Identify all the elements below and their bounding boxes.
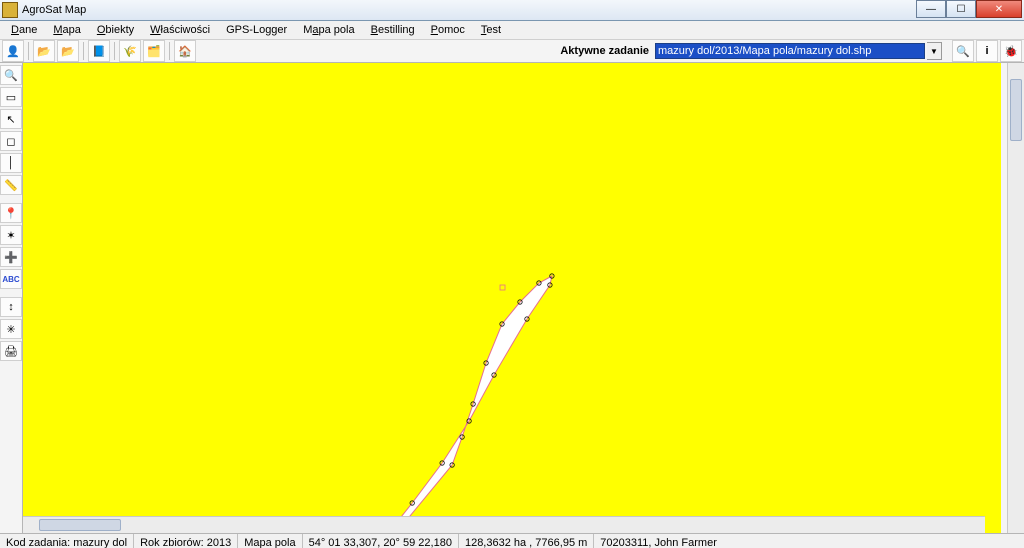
side-gap bbox=[0, 197, 22, 201]
identify-icon[interactable]: 👤 bbox=[2, 40, 24, 62]
toolbar-separator bbox=[169, 42, 170, 60]
active-task-label: Aktywne zadanie bbox=[560, 45, 649, 57]
info-icon[interactable]: i bbox=[976, 40, 998, 62]
side-gap bbox=[0, 291, 22, 295]
status-rok-label: Rok zbiorów: bbox=[140, 537, 204, 548]
menu-bestilling[interactable]: Bestilling bbox=[364, 23, 422, 37]
menu-pomoc[interactable]: Pomoc bbox=[424, 23, 472, 37]
status-rok: Rok zbiorów: 2013 bbox=[134, 534, 238, 548]
menu-gps-logger[interactable]: GPS-Logger bbox=[219, 23, 294, 37]
top-toolbar: 👤 📂 📂 📘 🌾 🗂️ 🏠 Aktywne zadanie mazury do… bbox=[0, 40, 1024, 63]
status-rok-value: 2013 bbox=[207, 537, 231, 548]
toolbar-separator bbox=[114, 42, 115, 60]
canvas-area bbox=[23, 63, 1024, 533]
status-user: 70203311, John Farmer bbox=[594, 534, 1024, 548]
menu-obiekty-label: biekty bbox=[105, 24, 134, 36]
toolbar-separator bbox=[28, 42, 29, 60]
zoom-tool-icon[interactable]: 🔍 bbox=[0, 65, 22, 85]
menu-mapa-pola[interactable]: Mapa pola bbox=[296, 23, 361, 37]
status-kod: Kod zadania: mazury dol bbox=[0, 534, 134, 548]
map-canvas[interactable] bbox=[23, 63, 1001, 533]
field-polygon-svg bbox=[23, 63, 1001, 533]
status-coords: 54° 01 33,307, 20° 59 22,180 bbox=[303, 534, 459, 548]
selected-vertex-icon[interactable] bbox=[500, 285, 505, 290]
pointer-tool-icon[interactable]: ↖ bbox=[0, 109, 22, 129]
layers-icon[interactable]: 🗂️ bbox=[143, 40, 165, 62]
print-tool-icon[interactable]: 🖨 bbox=[0, 341, 22, 361]
node-edit-icon[interactable]: ✶ bbox=[0, 225, 22, 245]
snap-tool-icon[interactable]: ✳ bbox=[0, 319, 22, 339]
select-rect-icon[interactable]: ◻ bbox=[0, 131, 22, 151]
label-tool-icon[interactable]: ABC bbox=[0, 269, 22, 289]
status-bar: Kod zadania: mazury dol Rok zbiorów: 201… bbox=[0, 533, 1024, 548]
menu-mapa[interactable]: Mapa bbox=[46, 23, 88, 37]
side-toolbar: 🔍 ▭ ↖ ◻ │ 📏 📍 ✶ ➕ ABC ↕ ✳ 🖨 bbox=[0, 63, 23, 533]
h-scroll-thumb[interactable] bbox=[39, 519, 121, 531]
search-icon[interactable]: 🔍 bbox=[952, 40, 974, 62]
menu-test-label: est bbox=[486, 24, 501, 36]
menubar: Dane Mapa Obiekty Właściwości GPS-Logger… bbox=[0, 21, 1024, 40]
maximize-button[interactable]: ☐ bbox=[946, 0, 976, 18]
horizontal-scrollbar[interactable] bbox=[23, 516, 985, 533]
menu-dane-label: ane bbox=[19, 24, 37, 36]
menu-wlasciwosci[interactable]: Właściwości bbox=[143, 23, 217, 37]
open-folder-2-icon[interactable]: 📂 bbox=[57, 40, 79, 62]
menu-pomoc-label: omoc bbox=[438, 24, 465, 36]
menu-mapa-pola-label: Mapa pola bbox=[303, 24, 354, 36]
field-polygon[interactable] bbox=[352, 276, 552, 533]
menu-test[interactable]: Test bbox=[474, 23, 508, 37]
vertical-scrollbar[interactable] bbox=[1007, 63, 1024, 533]
notes-icon[interactable]: 📘 bbox=[88, 40, 110, 62]
pan-vertical-icon[interactable]: ↕ bbox=[0, 297, 22, 317]
menu-bestilling-label: estilling bbox=[378, 24, 415, 36]
status-area: 128,3632 ha , 7766,95 m bbox=[459, 534, 594, 548]
minimize-button[interactable]: — bbox=[916, 0, 946, 18]
house-icon[interactable]: 🏠 bbox=[174, 40, 196, 62]
app-icon bbox=[2, 2, 18, 18]
status-mapa: Mapa pola bbox=[238, 534, 302, 548]
status-kod-label: Kod zadania: bbox=[6, 537, 70, 548]
v-scroll-thumb[interactable] bbox=[1010, 79, 1022, 141]
crop-icon[interactable]: 🌾 bbox=[119, 40, 141, 62]
active-task-field[interactable]: mazury dol/2013/Mapa pola/mazury dol.shp bbox=[655, 43, 925, 59]
active-task-dropdown-icon[interactable]: ▼ bbox=[927, 42, 942, 60]
open-folder-icon[interactable]: 📂 bbox=[33, 40, 55, 62]
workspace: 🔍 ▭ ↖ ◻ │ 📏 📍 ✶ ➕ ABC ↕ ✳ 🖨 bbox=[0, 63, 1024, 533]
toolbar-separator bbox=[83, 42, 84, 60]
window-controls: — ☐ ✕ bbox=[916, 0, 1022, 18]
titlebar: AgroSat Map — ☐ ✕ bbox=[0, 0, 1024, 21]
measure-tool-icon[interactable]: 📏 bbox=[0, 175, 22, 195]
menu-wlasciwosci-label: łaściwości bbox=[161, 24, 211, 36]
ladybug-icon[interactable]: 🐞 bbox=[1000, 40, 1022, 62]
menu-obiekty[interactable]: Obiekty bbox=[90, 23, 141, 37]
menu-mapa-label: apa bbox=[62, 24, 80, 36]
status-kod-value: mazury dol bbox=[73, 537, 127, 548]
active-task-value: mazury dol/2013/Mapa pola/mazury dol.shp bbox=[658, 45, 871, 57]
menu-dane[interactable]: Dane bbox=[4, 23, 44, 37]
edit-vertex-icon[interactable]: │ bbox=[0, 153, 22, 173]
add-point-icon[interactable]: ➕ bbox=[0, 247, 22, 267]
flag-tool-icon[interactable]: 📍 bbox=[0, 203, 22, 223]
zoom-extent-icon[interactable]: ▭ bbox=[0, 87, 22, 107]
close-button[interactable]: ✕ bbox=[976, 0, 1022, 18]
window-title: AgroSat Map bbox=[22, 4, 86, 16]
